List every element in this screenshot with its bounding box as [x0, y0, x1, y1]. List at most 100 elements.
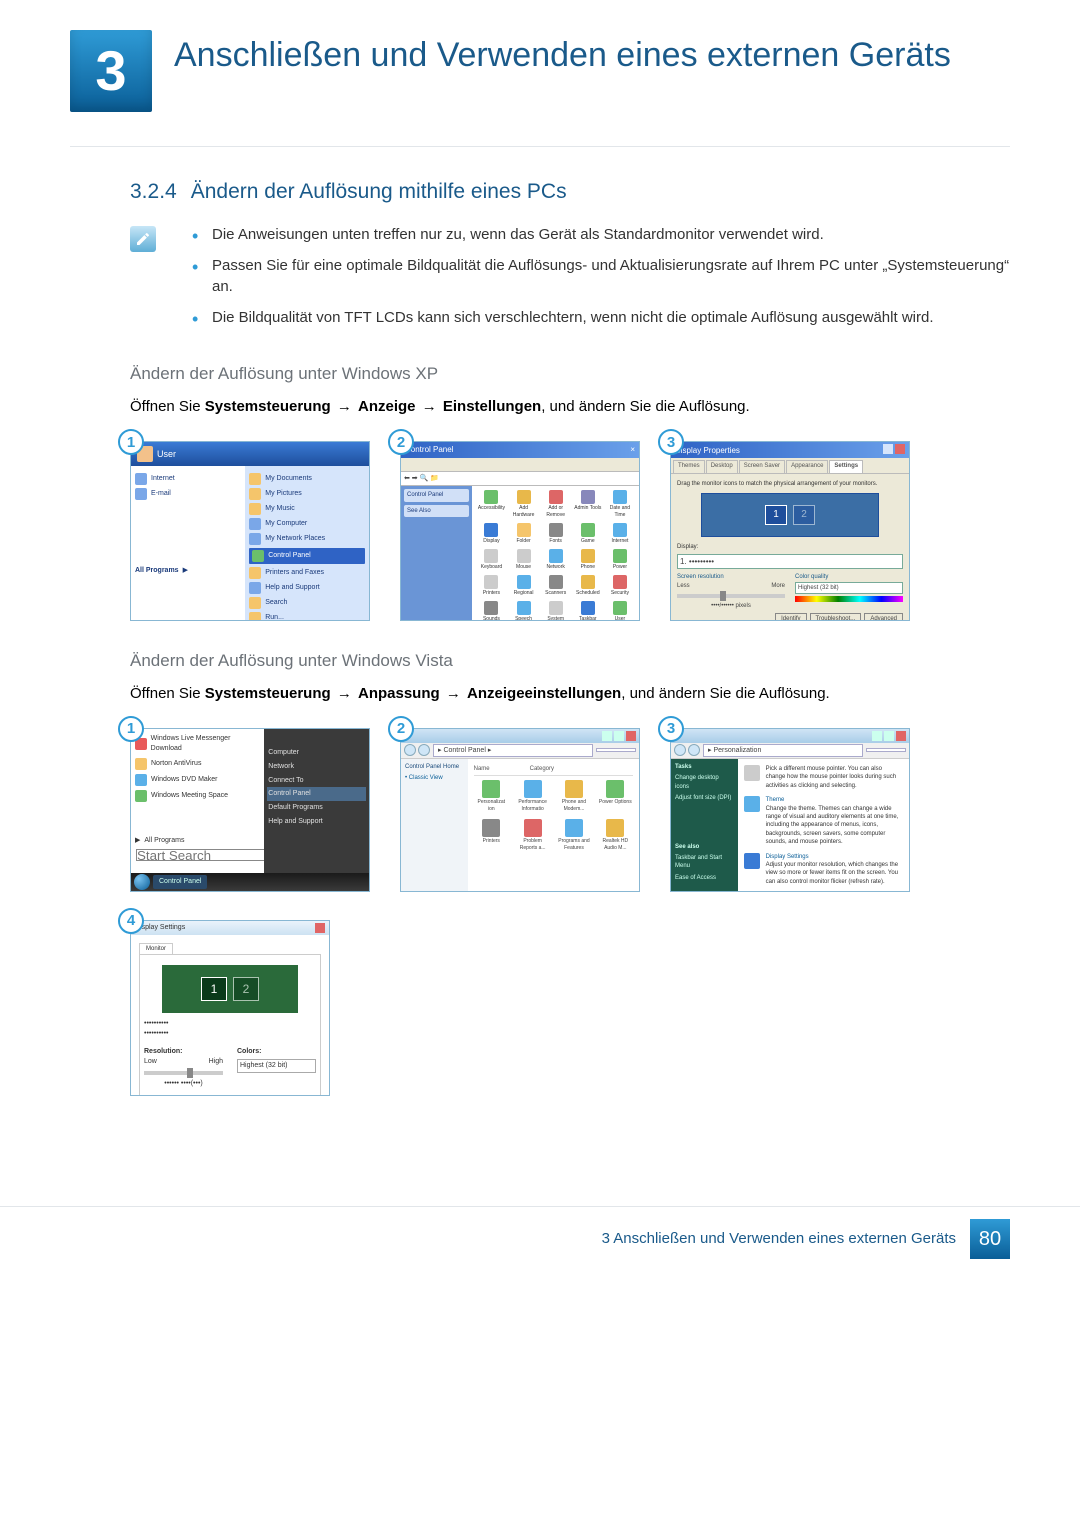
display-select[interactable]: 1. ••••••••• [677, 554, 903, 569]
maximize-icon[interactable] [614, 731, 624, 741]
maximize-icon[interactable] [884, 731, 894, 741]
sidebar-link[interactable]: Ease of Access [675, 874, 734, 882]
column-header[interactable]: Name [474, 765, 490, 773]
close-icon[interactable]: × [630, 444, 635, 456]
minimize-icon[interactable] [872, 731, 882, 741]
cp-item[interactable]: Personalizat ion [474, 780, 509, 813]
cp-item[interactable]: User [605, 601, 635, 621]
colors-select[interactable]: Highest (32 bit) [237, 1059, 316, 1073]
start-item[interactable]: My Network Places [249, 533, 365, 545]
sidebar-link[interactable]: Taskbar and Start Menu [675, 854, 734, 871]
cp-item[interactable]: Printers [476, 575, 506, 597]
close-icon[interactable] [315, 923, 325, 933]
cp-item[interactable]: Problem Reports a... [515, 819, 550, 852]
column-header[interactable]: Category [530, 765, 554, 773]
sidebar-link[interactable]: Control Panel Home [405, 763, 464, 771]
close-icon[interactable] [895, 444, 905, 454]
taskbar-item[interactable]: Control Panel [153, 875, 207, 889]
cp-item[interactable]: Display [476, 523, 506, 545]
tab-themes[interactable]: Themes [673, 460, 705, 473]
start-item[interactable]: My Pictures [249, 488, 365, 500]
start-item[interactable]: Windows Live Messenger Download [134, 732, 261, 756]
start-item[interactable]: Computer [267, 746, 366, 760]
cp-item[interactable]: Taskbar [573, 601, 603, 621]
close-icon[interactable] [626, 731, 636, 741]
tab-settings[interactable]: Settings [829, 460, 863, 473]
resolution-slider[interactable] [144, 1071, 223, 1075]
cp-item[interactable]: Admin Tools [573, 490, 603, 519]
forward-icon[interactable] [418, 744, 430, 756]
cp-item[interactable]: Performance Informatio [515, 780, 550, 813]
cp-item[interactable]: Phone and Modem... [556, 780, 591, 813]
minimize-icon[interactable] [602, 731, 612, 741]
monitor-2[interactable]: 2 [793, 505, 815, 525]
sidebar-link[interactable]: • Classic View [405, 774, 464, 782]
troubleshoot-button[interactable]: Troubleshoot... [810, 613, 862, 621]
personalization-row[interactable]: ThemeChange the theme. Themes can change… [744, 796, 903, 846]
start-all-programs[interactable]: ▶ All Programs [134, 834, 261, 848]
sidebar-box[interactable]: Control Panel [404, 489, 469, 501]
start-item[interactable]: Help and Support [267, 815, 366, 829]
start-item[interactable]: Default Programs [267, 801, 366, 815]
monitor-preview[interactable]: 1 2 [162, 965, 298, 1013]
link[interactable]: Display Settings [766, 854, 809, 860]
cp-item[interactable]: Speech [509, 601, 539, 621]
start-item[interactable]: Norton AntiVirus [134, 756, 261, 772]
start-all-programs[interactable]: All Programs ▶ [135, 566, 241, 576]
cp-item[interactable]: Power [605, 549, 635, 571]
start-item[interactable]: Search [249, 597, 365, 609]
monitor-preview[interactable]: 1 2 [701, 493, 879, 537]
start-item-control-panel[interactable]: Control Panel [249, 548, 365, 564]
tab-appearance[interactable]: Appearance [786, 460, 828, 473]
cp-item[interactable]: Folder [509, 523, 539, 545]
search-input[interactable] [596, 748, 636, 752]
link[interactable]: Theme [766, 797, 785, 803]
back-icon[interactable] [404, 744, 416, 756]
start-item[interactable]: My Documents [249, 473, 365, 485]
tab-monitor[interactable]: Monitor [139, 943, 173, 954]
tab-screensaver[interactable]: Screen Saver [739, 460, 785, 473]
start-item[interactable]: Run... [249, 612, 365, 621]
resolution-slider[interactable] [677, 594, 785, 598]
sidebar-box[interactable]: See Also [404, 505, 469, 517]
cp-item[interactable]: Regional [509, 575, 539, 597]
cp-item[interactable]: Printers [474, 819, 509, 852]
start-item-control-panel[interactable]: Control Panel [267, 787, 366, 801]
cp-item[interactable]: Mouse [509, 549, 539, 571]
advanced-button[interactable]: Advanced [864, 613, 903, 621]
cp-item[interactable]: Add or Remove [541, 490, 571, 519]
cp-item[interactable]: Realtek HD Audio M... [598, 819, 633, 852]
cp-item[interactable]: Add Hardware [509, 490, 539, 519]
monitor-1[interactable]: 1 [765, 505, 787, 525]
sidebar-link[interactable]: Adjust font size (DPI) [675, 794, 734, 802]
cp-item[interactable]: System [541, 601, 571, 621]
cp-item[interactable]: Date and Time [605, 490, 635, 519]
close-icon[interactable] [896, 731, 906, 741]
cp-item[interactable]: Game [573, 523, 603, 545]
cp-item[interactable]: Scanners [541, 575, 571, 597]
cp-item[interactable]: Security [605, 575, 635, 597]
start-item[interactable]: Network [267, 760, 366, 774]
start-item[interactable]: Windows Meeting Space [134, 788, 261, 804]
start-item[interactable]: My Music [249, 503, 365, 515]
breadcrumb[interactable]: ▸ Control Panel ▸ [433, 744, 593, 758]
color-quality-select[interactable]: Highest (32 bit) [795, 582, 903, 594]
start-item[interactable]: Windows DVD Maker [134, 772, 261, 788]
tab-desktop[interactable]: Desktop [706, 460, 738, 473]
cp-item[interactable]: Network [541, 549, 571, 571]
cp-item[interactable]: Keyboard [476, 549, 506, 571]
cp-item[interactable]: Power Options [598, 780, 633, 813]
cp-item[interactable]: Phone [573, 549, 603, 571]
start-orb[interactable] [134, 874, 150, 890]
start-item[interactable]: Help and Support [249, 582, 365, 594]
help-icon[interactable] [883, 444, 893, 454]
search-input[interactable] [866, 748, 906, 752]
forward-icon[interactable] [688, 744, 700, 756]
start-item[interactable]: Printers and Faxes [249, 567, 365, 579]
cp-item[interactable]: Accessibility [476, 490, 506, 519]
cp-item[interactable]: Sounds [476, 601, 506, 621]
start-item[interactable]: My Computer [249, 518, 365, 530]
cp-item[interactable]: Scheduled [573, 575, 603, 597]
cp-item[interactable]: Fonts [541, 523, 571, 545]
personalization-row[interactable]: Pick a different mouse pointer. You can … [744, 765, 903, 790]
